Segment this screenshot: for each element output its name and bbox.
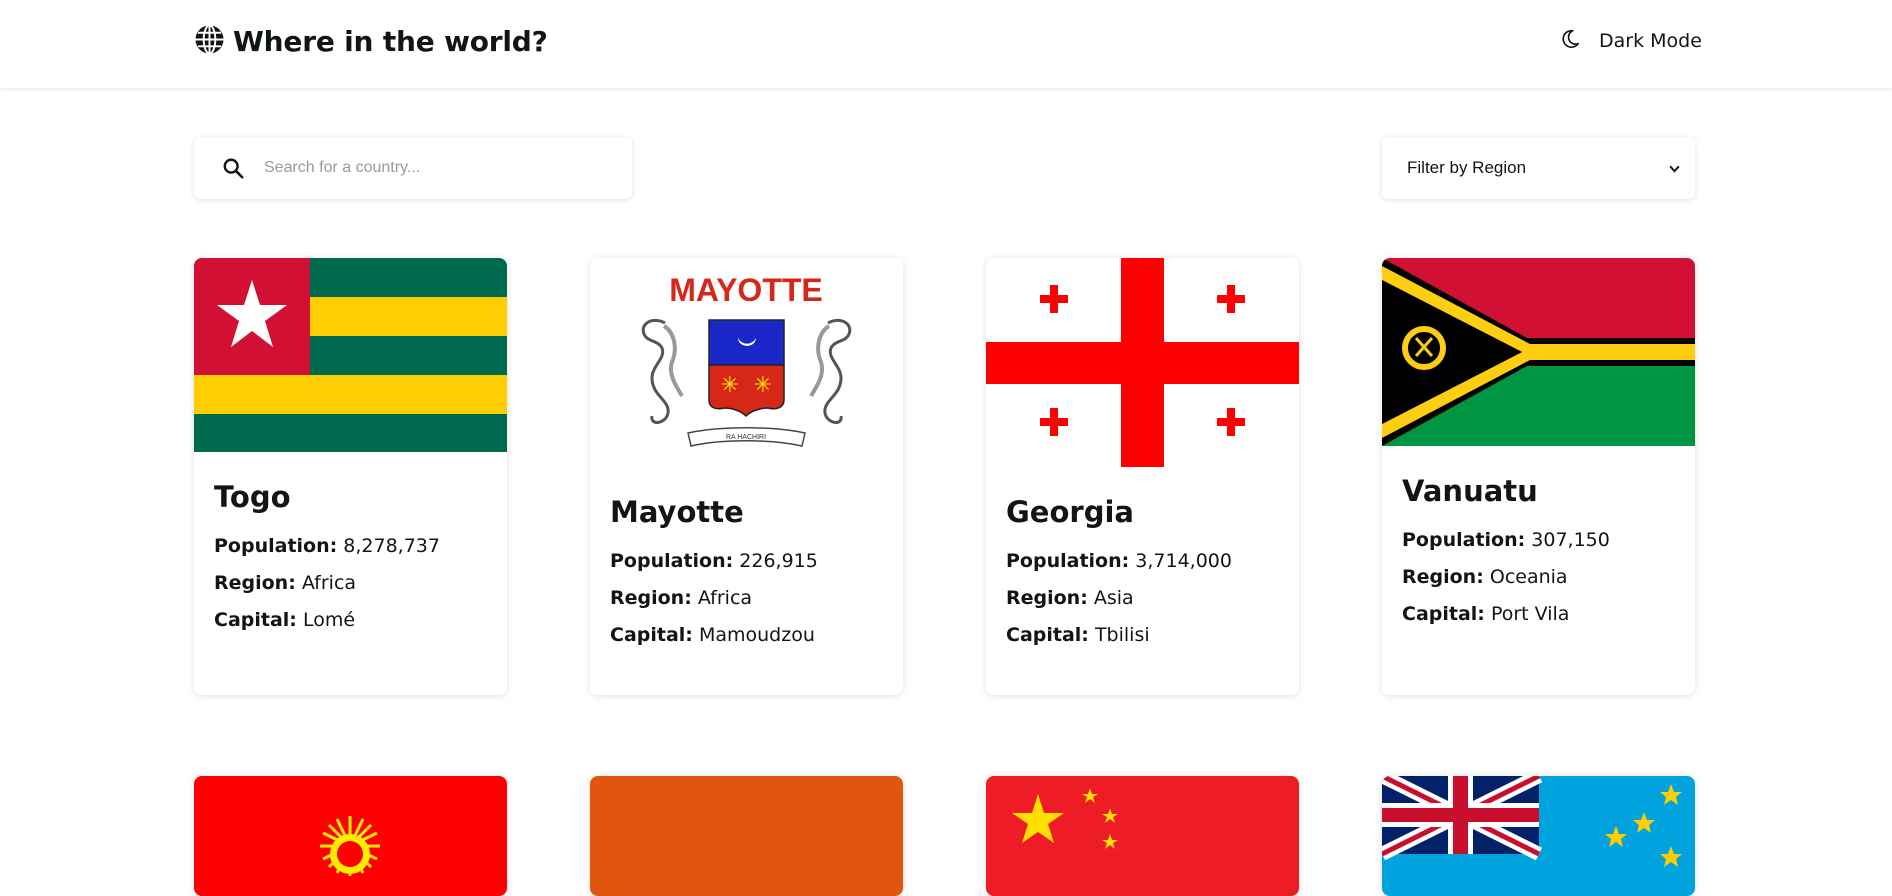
mayotte-flag: MAYOTTE ✳ ✳ RA HACHIRI <box>590 258 903 467</box>
population-row: Population: 8,278,737 <box>214 528 440 565</box>
region-row: Region: Africa <box>610 580 818 617</box>
capital-label: Capital: <box>214 609 297 631</box>
capital-value: Tbilisi <box>1094 624 1150 646</box>
capital-row: Capital: Port Vila <box>1402 596 1610 633</box>
app-title: Where in the world? <box>233 25 548 58</box>
tuvalu-flag <box>1382 776 1695 896</box>
capital-value: Mamoudzou <box>698 624 815 646</box>
country-name: Togo <box>214 480 291 514</box>
population-label: Population: <box>214 535 338 557</box>
country-name: Vanuatu <box>1402 474 1538 508</box>
region-label: Region: <box>1402 566 1484 588</box>
population-value: 307,150 <box>1531 529 1610 551</box>
capital-value: Lomé <box>302 609 356 631</box>
dark-mode-label: Dark Mode <box>1599 30 1702 52</box>
svg-text:RA HACHIRI: RA HACHIRI <box>726 434 766 441</box>
capital-row: Capital: Mamoudzou <box>610 617 818 654</box>
country-info: Georgia Population: 3,714,000 Region: As… <box>1006 495 1232 654</box>
country-info: Togo Population: 8,278,737 Region: Afric… <box>214 480 440 639</box>
region-value: Africa <box>697 587 753 609</box>
dark-mode-toggle[interactable]: Dark Mode <box>1559 28 1702 54</box>
country-card-partial[interactable] <box>590 776 903 896</box>
region-filter-label: Filter by Region <box>1407 158 1527 177</box>
country-card-georgia[interactable]: Georgia Population: 3,714,000 Region: As… <box>986 258 1299 695</box>
svg-text:✳: ✳ <box>721 373 739 398</box>
capital-row: Capital: Tbilisi <box>1006 617 1232 654</box>
country-card-partial[interactable] <box>194 776 507 896</box>
capital-label: Capital: <box>610 624 693 646</box>
population-value: 3,714,000 <box>1135 550 1232 572</box>
capital-row: Capital: Lomé <box>214 602 440 639</box>
svg-text:✳: ✳ <box>754 373 772 398</box>
population-value: 226,915 <box>739 550 818 572</box>
china-flag <box>986 776 1299 896</box>
togo-flag <box>194 258 507 452</box>
country-name: Georgia <box>1006 495 1134 529</box>
country-card-vanuatu[interactable]: Vanuatu Population: 307,150 Region: Ocea… <box>1382 258 1695 695</box>
moon-icon <box>1559 28 1581 54</box>
region-row: Region: Asia <box>1006 580 1232 617</box>
country-info: Mayotte Population: 226,915 Region: Afri… <box>610 495 818 654</box>
region-label: Region: <box>214 572 296 594</box>
country-card-mayotte[interactable]: MAYOTTE ✳ ✳ RA HACHIRI Mayotte Populatio… <box>590 258 903 695</box>
population-row: Population: 307,150 <box>1402 522 1610 559</box>
top-header: Where in the world? Dark Mode <box>0 0 1892 88</box>
population-row: Population: 3,714,000 <box>1006 543 1232 580</box>
country-card-togo[interactable]: Togo Population: 8,278,737 Region: Afric… <box>194 258 507 695</box>
region-value: Oceania <box>1489 566 1568 588</box>
region-label: Region: <box>1006 587 1088 609</box>
country-name: Mayotte <box>610 495 744 529</box>
population-label: Population: <box>1402 529 1526 551</box>
population-label: Population: <box>1006 550 1130 572</box>
country-card-partial[interactable] <box>986 776 1299 896</box>
population-label: Population: <box>610 550 734 572</box>
country-info: Vanuatu Population: 307,150 Region: Ocea… <box>1402 474 1610 633</box>
kyrgyzstan-flag <box>194 776 507 896</box>
population-value: 8,278,737 <box>343 535 440 557</box>
region-row: Region: Africa <box>214 565 440 602</box>
region-label: Region: <box>610 587 692 609</box>
globe-icon <box>194 24 225 59</box>
capital-value: Port Vila <box>1490 603 1570 625</box>
orange-flag <box>590 776 903 896</box>
region-row: Region: Oceania <box>1402 559 1610 596</box>
search-input[interactable] <box>264 151 614 185</box>
population-row: Population: 226,915 <box>610 543 818 580</box>
search-box[interactable] <box>194 137 632 199</box>
capital-label: Capital: <box>1006 624 1089 646</box>
vanuatu-flag <box>1382 258 1695 446</box>
georgia-flag <box>986 258 1299 467</box>
region-value: Africa <box>301 572 357 594</box>
brand: Where in the world? <box>194 24 548 59</box>
capital-label: Capital: <box>1402 603 1485 625</box>
country-card-partial[interactable] <box>1382 776 1695 896</box>
region-value: Asia <box>1093 587 1134 609</box>
region-filter-select[interactable]: Filter by Region <box>1382 137 1695 199</box>
svg-text:MAYOTTE: MAYOTTE <box>669 272 823 308</box>
